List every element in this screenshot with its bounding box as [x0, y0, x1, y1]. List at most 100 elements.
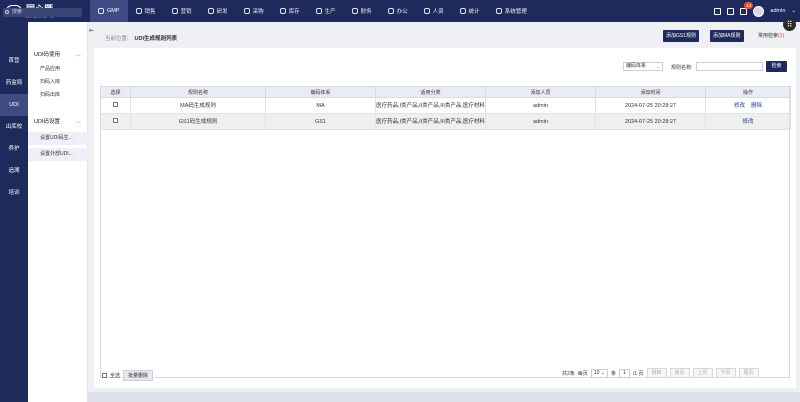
table-header: 选择 规则名称 编码体系 适用分类 添加人员 添加时间 操作 — [100, 86, 791, 98]
table-row: MA码生成规则 MA 医疗药品,I类产品,II类产品,III类产品,医疗材料 a… — [100, 97, 791, 114]
chevron-down-icon: ⌄ — [600, 369, 605, 376]
next-page-button[interactable]: 下页 — [715, 368, 736, 378]
stats-icon — [459, 8, 466, 14]
cell-added-by: admin — [485, 113, 596, 130]
topnav-system[interactable]: 系统管理 — [488, 0, 535, 22]
sidebar-item-zhuisu[interactable]: 追溯 — [0, 160, 28, 182]
col-added-time: 添加时间 — [595, 86, 706, 98]
main-panel: 编码体系 ⌄ 规则名称: 检索 选择 规则名称 编码体系 适用分类 添加人员 添加… — [94, 48, 796, 388]
search-icon — [5, 10, 9, 14]
topnav-marketing[interactable]: 营销 — [164, 0, 200, 22]
page-title: UDI生成规则列表 — [134, 36, 178, 42]
topnav-sales[interactable]: 销售 — [128, 0, 164, 22]
cell-rule-name: MA码生成规则 — [130, 97, 266, 114]
col-coding-system: 编码体系 — [265, 86, 376, 98]
topnav-inventory[interactable]: 库存 — [272, 0, 308, 22]
system-icon — [495, 8, 502, 14]
search-button[interactable]: 检索 — [766, 61, 787, 72]
topnav-stats[interactable]: 统计 — [452, 0, 488, 22]
cell-added-time: 2024-07-25 20:28:27 — [595, 113, 706, 130]
fullscreen-icon[interactable] — [727, 7, 735, 15]
col-actions: 操作 — [705, 86, 791, 98]
submenu-item-udi-gen-settings[interactable]: 设置UDI码生... — [28, 132, 88, 145]
cell-coding-system: GS1 — [265, 113, 376, 130]
pagination: 共2条 每页 10 ⌄ 条 1 /1 页 跳转 首页 上页 下页 尾页 — [562, 368, 759, 378]
last-page-button[interactable]: 尾页 — [738, 368, 759, 378]
submenu-item-scan-in[interactable]: 扫码入库 — [28, 76, 88, 89]
top-bar: 同心雁 医疗器械 | 生产版 GMP 销售 营销 研发 采购 库存 生产 财务 … — [0, 0, 800, 22]
sidebar-item-yaojianju[interactable]: 药监局 — [0, 72, 28, 94]
top-nav: GMP 销售 营销 研发 采购 库存 生产 财务 办公 人资 统计 系统管理 — [90, 0, 535, 22]
sidebar-item-udi[interactable]: UDI — [0, 94, 28, 116]
home-icon[interactable] — [714, 7, 722, 15]
breadcrumb: 当前位置: UDI生成规则列表 — [105, 36, 178, 42]
submenu: UDI码使用 ︿ 产品应用 扫码入库 扫码出库 UDI码设置 ︿ 设置UDI码生..… — [28, 22, 88, 402]
submenu-group-udi-use[interactable]: UDI码使用 ︿ — [28, 48, 88, 60]
delete-link[interactable]: 删除 — [751, 103, 762, 109]
sidebar-item-peixun[interactable]: 培训 — [0, 182, 28, 204]
topnav-finance[interactable]: 财务 — [344, 0, 380, 22]
row-checkbox[interactable] — [113, 102, 118, 107]
topnav-office[interactable]: 办公 — [380, 0, 416, 22]
hr-icon — [423, 8, 430, 14]
add-ma-rule-button[interactable]: 添加MA规则 — [710, 30, 744, 42]
submenu-group-udi-settings[interactable]: UDI码设置 ︿ — [28, 115, 88, 127]
cell-rule-name: GS1码生成规则 — [130, 113, 266, 130]
rnd-icon — [207, 8, 214, 14]
edit-link[interactable]: 修改 — [742, 119, 753, 125]
collapse-sidebar-icon[interactable]: ⇤ — [89, 27, 94, 34]
add-gs1-rule-button[interactable]: 添加GS1规则 — [663, 30, 700, 42]
marketing-icon — [171, 8, 178, 14]
sidebar-item-shouying[interactable]: 首营 — [0, 50, 28, 72]
sales-icon — [135, 8, 142, 14]
finance-icon — [351, 8, 358, 14]
chevron-up-icon: ︿ — [75, 51, 81, 58]
topnav-purchase[interactable]: 采购 — [236, 0, 272, 22]
row-checkbox[interactable] — [113, 118, 118, 123]
col-category: 适用分类 — [375, 86, 486, 98]
sidebar-item-chukujiao[interactable]: 出库校 — [0, 116, 28, 138]
sidebar-search-input[interactable]: 搜索 — [3, 8, 82, 17]
rules-table: 选择 规则名称 编码体系 适用分类 添加人员 添加时间 操作 MA码生成规则 M… — [100, 86, 791, 130]
prev-page-button[interactable]: 上页 — [692, 368, 713, 378]
username[interactable]: admin — [770, 8, 785, 14]
avatar[interactable] — [753, 5, 765, 17]
bottom-strip — [88, 392, 800, 402]
coding-system-select[interactable]: 编码体系 ⌄ — [623, 62, 663, 71]
chevron-down-icon[interactable]: ⌄ — [791, 8, 796, 14]
rule-name-input[interactable] — [696, 62, 763, 71]
cell-coding-system: MA — [265, 97, 376, 114]
submenu-item-scan-out[interactable]: 扫码出库 — [28, 89, 88, 102]
production-icon — [315, 8, 322, 14]
inventory-icon — [279, 8, 286, 14]
office-icon — [387, 8, 394, 14]
topnav-gmp[interactable]: GMP — [90, 0, 128, 22]
notification-badge: 14 — [744, 1, 754, 9]
common-search-link[interactable]: 常用检索(1) — [758, 30, 784, 42]
purchase-icon — [243, 8, 250, 14]
cell-added-time: 2024-07-25 20:28:27 — [595, 97, 706, 114]
rule-name-label: 规则名称: — [671, 65, 693, 71]
col-select: 选择 — [100, 86, 131, 98]
table-row: GS1码生成规则 GS1 医疗药品,I类产品,II类产品,III类产品,医疗材料… — [100, 113, 791, 130]
sidebar: 首营 药监局 UDI 出库校 养护 追溯 培训 — [0, 22, 28, 402]
edit-link[interactable]: 修改 — [734, 103, 745, 109]
cell-added-by: admin — [485, 97, 596, 114]
notification-bell[interactable]: 14 — [740, 1, 754, 15]
jump-button[interactable]: 跳转 — [646, 368, 667, 378]
submenu-item-external-udi[interactable]: 设置外部UDI... — [28, 148, 88, 161]
per-page-select[interactable]: 10 ⌄ — [590, 368, 608, 378]
select-all-checkbox[interactable] — [102, 373, 107, 378]
first-page-button[interactable]: 首页 — [669, 368, 690, 378]
page-number-input[interactable]: 1 — [618, 368, 630, 378]
topnav-hr[interactable]: 人资 — [416, 0, 452, 22]
sidebar-item-yanghu[interactable]: 养护 — [0, 138, 28, 160]
chevron-up-icon: ︿ — [75, 118, 81, 125]
chevron-down-icon: ⌄ — [656, 64, 660, 69]
submenu-item-product-apply[interactable]: 产品应用 — [28, 63, 88, 76]
topnav-rnd[interactable]: 研发 — [200, 0, 236, 22]
topnav-production[interactable]: 生产 — [308, 0, 344, 22]
app-grid-icon[interactable]: ⠿ — [783, 18, 796, 31]
batch-delete-button[interactable]: 批量删除 — [123, 370, 154, 381]
bell-icon — [740, 7, 748, 15]
